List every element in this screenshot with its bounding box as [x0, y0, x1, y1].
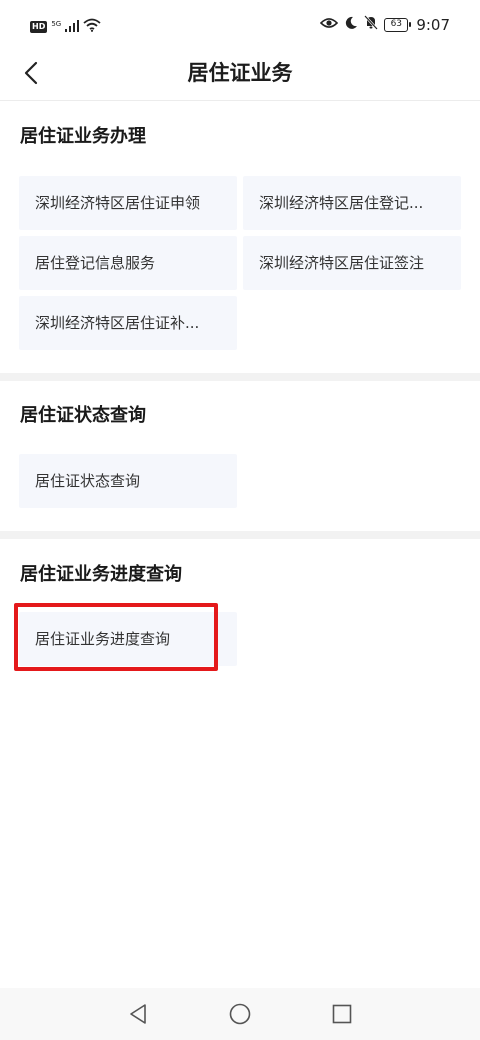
hd-badge: HD — [30, 20, 48, 33]
moon-icon — [344, 15, 358, 34]
title-bar: 居住证业务 — [0, 46, 480, 100]
service-button-permit-application[interactable]: 深圳经济特区居住证申领 — [19, 176, 237, 230]
battery-indicator: 63 — [384, 17, 412, 32]
status-left: HD 5G — [30, 17, 101, 36]
section-separator — [0, 531, 480, 539]
system-nav-bar — [0, 988, 480, 1040]
circle-home-icon — [229, 1003, 251, 1025]
bell-off-icon — [364, 15, 379, 34]
section-title-residence-permit-services: 居住证业务办理 — [20, 126, 146, 147]
page-title: 居住证业务 — [187, 61, 293, 85]
section-title-permit-status: 居住证状态查询 — [20, 405, 146, 426]
status-right: 63 9:07 — [320, 15, 450, 34]
nav-home-button[interactable] — [228, 1002, 252, 1026]
service-button-permit-reissue[interactable]: 深圳经济特区居住证补... — [19, 296, 237, 350]
title-divider — [0, 100, 480, 101]
signal-icon — [65, 17, 80, 36]
section-separator — [0, 373, 480, 381]
square-recent-icon — [332, 1004, 352, 1024]
wifi-icon — [83, 17, 101, 36]
service-button-registration-info[interactable]: 居住登记信息服务 — [19, 236, 237, 290]
section-title-progress-query: 居住证业务进度查询 — [20, 564, 182, 585]
network-type-label: 5G — [51, 19, 62, 28]
service-button-permit-status-query[interactable]: 居住证状态查询 — [19, 454, 237, 508]
service-button-residence-registration[interactable]: 深圳经济特区居住登记... — [243, 176, 461, 230]
service-button-permit-endorsement[interactable]: 深圳经济特区居住证签注 — [243, 236, 461, 290]
nav-recent-button[interactable] — [330, 1002, 354, 1026]
triangle-back-icon — [130, 1004, 146, 1024]
eye-icon — [320, 15, 339, 34]
nav-back-button[interactable] — [126, 1002, 150, 1026]
highlight-box — [14, 603, 218, 671]
status-time: 9:07 — [416, 15, 450, 34]
